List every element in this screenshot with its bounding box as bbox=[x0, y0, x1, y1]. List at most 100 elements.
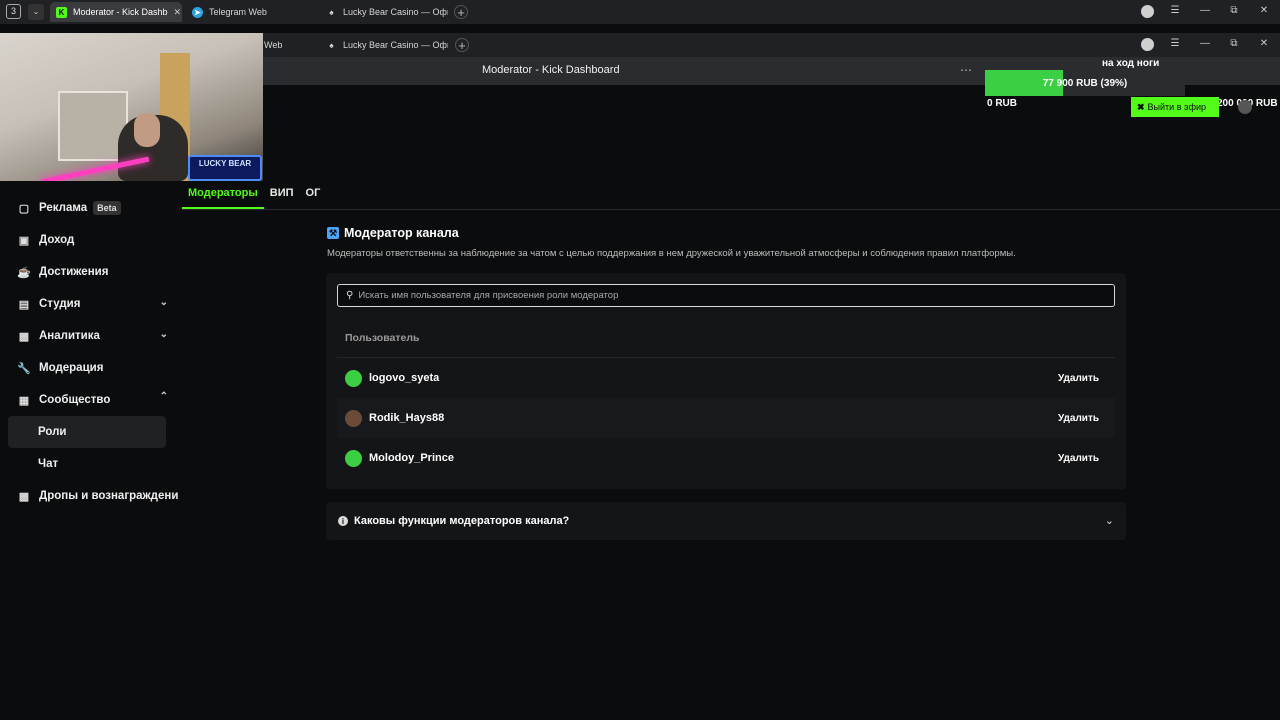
faq-title: Каковы функции модераторов канала? bbox=[354, 515, 570, 527]
goal-progress-bar: 77 900 RUB (39%) bbox=[985, 70, 1185, 96]
sidebar-item-label: Модерация bbox=[39, 362, 104, 374]
studio-icon: ▤ bbox=[18, 298, 30, 311]
table-row: Molodoy_Prince Удалить bbox=[337, 438, 1115, 478]
close-window-icon[interactable]: ✕ bbox=[1257, 5, 1271, 16]
tab-list-chevron-icon[interactable]: ⌄ bbox=[28, 4, 44, 20]
chevron-down-icon: ⌄ bbox=[159, 297, 168, 308]
wallet-icon: ▣ bbox=[18, 234, 30, 247]
moderators-panel: ⚲ Пользователь logovo_syeta Удалить Rodi… bbox=[326, 273, 1126, 489]
username: Rodik_Hays88 bbox=[369, 412, 445, 424]
lucky-bear-favicon-icon: ♠ bbox=[329, 40, 334, 50]
gift-icon: ▩ bbox=[18, 490, 30, 503]
table-row: Rodik_Hays88 Удалить bbox=[337, 398, 1115, 438]
maximize-icon[interactable]: ⧉ bbox=[1227, 38, 1241, 49]
go-live-button[interactable]: ✖ Выйти в эфир bbox=[1131, 97, 1219, 117]
moderator-badge-icon: ⚒ bbox=[327, 227, 339, 239]
tab-count-badge[interactable]: 3 bbox=[6, 4, 21, 19]
search-input[interactable] bbox=[358, 290, 1099, 301]
menu-icon[interactable]: ☰ bbox=[1168, 38, 1182, 49]
chevron-down-icon: ⌄ bbox=[159, 329, 168, 340]
tab-moderators[interactable]: Модераторы bbox=[182, 183, 264, 209]
tab-kick-dashboard[interactable]: K Moderator - Kick Dashb ✕ bbox=[50, 2, 182, 22]
tab-vip[interactable]: ВИП bbox=[264, 183, 300, 209]
close-tab-icon[interactable]: ✕ bbox=[174, 7, 182, 18]
chevron-down-icon: ⌄ bbox=[1104, 515, 1114, 527]
goal-progress-text: 77 900 RUB (39%) bbox=[1042, 78, 1128, 89]
sidebar-item-chat[interactable]: Чат bbox=[8, 448, 180, 480]
sidebar-item-label: Сообщество bbox=[39, 394, 111, 406]
sidebar-item-community[interactable]: ▦ Сообщество ⌃ bbox=[8, 384, 180, 416]
sidebar-item-label: Дропы и вознаграждени bbox=[39, 490, 179, 502]
remove-moderator-button[interactable]: Удалить bbox=[1058, 453, 1099, 464]
sidebar-item-roles[interactable]: Роли bbox=[8, 416, 166, 448]
tab-telegram-partial[interactable]: Web bbox=[258, 35, 314, 55]
sidebar-item-analytics[interactable]: ▩ Аналитика ⌄ bbox=[8, 320, 180, 352]
tab-og[interactable]: ОГ bbox=[300, 183, 327, 209]
window-title: Moderator - Kick Dashboard bbox=[482, 64, 620, 76]
minimize-icon[interactable]: — bbox=[1198, 5, 1212, 16]
tab-label: Moderator - Kick Dashb bbox=[73, 7, 168, 17]
remove-moderator-button[interactable]: Удалить bbox=[1058, 373, 1099, 384]
sidebar-item-studio[interactable]: ▤ Студия ⌄ bbox=[8, 288, 180, 320]
search-icon: ⚲ bbox=[346, 290, 354, 301]
browser-tab-bar: 3 ⌄ K Moderator - Kick Dashb ✕ ➤ Telegra… bbox=[0, 0, 1280, 24]
sidebar-item-achievements[interactable]: ☕ Достижения bbox=[8, 256, 180, 288]
user-avatar[interactable] bbox=[1238, 100, 1252, 114]
remove-moderator-button[interactable]: Удалить bbox=[1058, 413, 1099, 424]
more-options-icon[interactable]: ⋯ bbox=[960, 63, 972, 77]
profile-icon[interactable] bbox=[1141, 5, 1154, 18]
info-icon: i bbox=[338, 516, 348, 526]
tabs-divider bbox=[182, 209, 1280, 210]
go-live-label: Выйти в эфир bbox=[1147, 102, 1207, 112]
analytics-icon: ▩ bbox=[18, 330, 30, 343]
user-avatar-icon bbox=[345, 449, 362, 467]
sidebar-item-label: Студия bbox=[39, 298, 81, 310]
sidebar-item-label: Достижения bbox=[39, 266, 109, 278]
tab-lucky-bear[interactable]: ♠ Lucky Bear Casino — Офи bbox=[320, 2, 448, 22]
sidebar-item-ads[interactable]: ▢ Реклама Beta bbox=[8, 192, 180, 224]
kick-logo-icon: ✖ bbox=[1137, 101, 1145, 112]
community-icon: ▦ bbox=[18, 394, 30, 407]
sidebar-item-label: Чат bbox=[38, 458, 59, 470]
sidebar-item-moderation[interactable]: 🔧 Модерация bbox=[8, 352, 180, 384]
username: Molodoy_Prince bbox=[369, 452, 454, 464]
new-tab-plus-icon[interactable]: + bbox=[454, 5, 468, 19]
user-avatar-icon bbox=[345, 369, 362, 387]
kick-favicon-icon: K bbox=[56, 6, 67, 18]
tab-label: Lucky Bear Casino — Офи bbox=[343, 40, 448, 50]
trophy-icon: ☕ bbox=[17, 266, 31, 279]
username: logovo_syeta bbox=[369, 372, 440, 384]
tab-label: Web bbox=[264, 40, 283, 50]
tab-lucky-bear-secondary[interactable]: ♠ Lucky Bear Casino — Офи bbox=[320, 35, 448, 55]
menu-icon[interactable]: ☰ bbox=[1168, 5, 1182, 16]
new-tab-plus-icon[interactable]: + bbox=[455, 38, 469, 52]
sidebar-item-drops[interactable]: ▩ Дропы и вознаграждени bbox=[8, 480, 180, 512]
close-window-icon[interactable]: ✕ bbox=[1257, 38, 1271, 49]
ad-icon: ▢ bbox=[18, 202, 30, 215]
goal-min-label: 0 RUB bbox=[987, 98, 1018, 109]
beta-badge: Beta bbox=[93, 201, 121, 215]
faq-accordion[interactable]: i Каковы функции модераторов канала? ⌄ bbox=[326, 502, 1126, 540]
search-box[interactable]: ⚲ bbox=[337, 284, 1115, 307]
lucky-bear-logo: LUCKY BEAR bbox=[188, 155, 262, 181]
goal-title: на ход ноги bbox=[1102, 58, 1160, 69]
profile-icon[interactable] bbox=[1141, 38, 1154, 51]
section-header: ⚒ Модератор канала bbox=[327, 226, 459, 240]
telegram-favicon-icon: ➤ bbox=[192, 6, 203, 18]
tab-label: Lucky Bear Casino — Офи bbox=[343, 7, 448, 17]
column-header-user: Пользователь bbox=[345, 332, 420, 344]
sidebar-item-label: Реклама bbox=[39, 202, 88, 214]
sidebar-item-income[interactable]: ▣ Доход bbox=[8, 224, 180, 256]
user-avatar-icon bbox=[345, 409, 362, 427]
sidebar-item-label: Роли bbox=[38, 426, 67, 438]
sidebar: ▢ Реклама Beta ▣ Доход ☕ Достижения ▤ Ст… bbox=[8, 192, 180, 512]
minimize-icon[interactable]: — bbox=[1198, 38, 1212, 49]
sidebar-item-label: Доход bbox=[39, 234, 75, 246]
chevron-up-icon: ⌃ bbox=[159, 391, 168, 402]
page-description: Модераторы ответственны за наблюдение за… bbox=[327, 248, 1016, 259]
tab-telegram[interactable]: ➤ Telegram Web bbox=[186, 2, 314, 22]
maximize-icon[interactable]: ⧉ bbox=[1227, 5, 1241, 16]
lucky-bear-favicon-icon: ♠ bbox=[329, 7, 334, 17]
webcam-person-head bbox=[134, 113, 160, 147]
wrench-icon: 🔧 bbox=[17, 362, 31, 375]
